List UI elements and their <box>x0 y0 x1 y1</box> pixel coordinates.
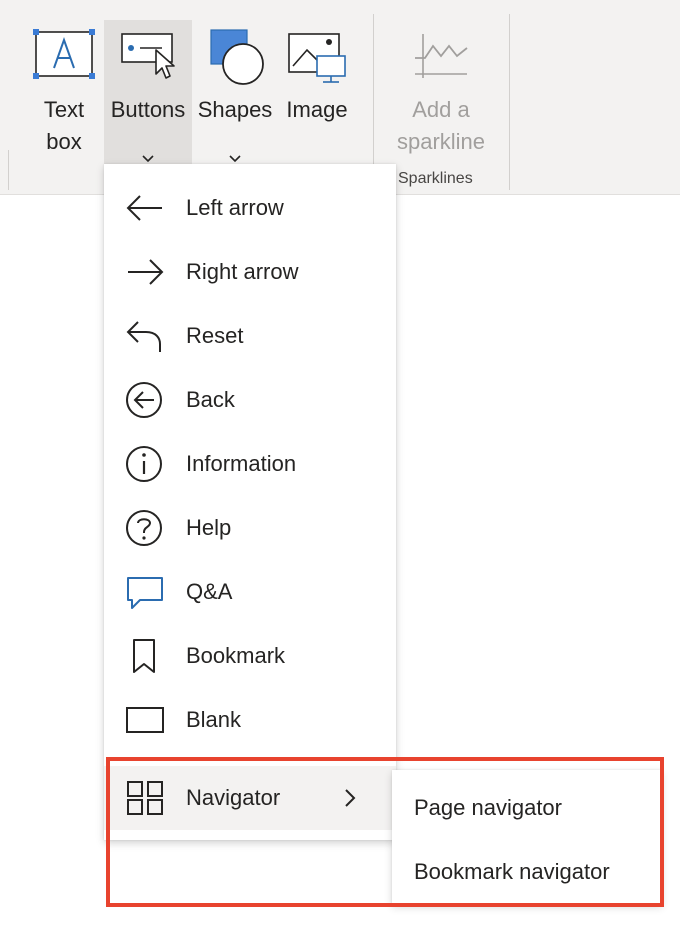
submenu-item-page-navigator[interactable]: Page navigator <box>392 776 662 840</box>
menu-item-reset[interactable]: Reset <box>104 304 396 368</box>
menu-item-label: Left arrow <box>186 195 284 220</box>
shapes-icon <box>210 29 264 85</box>
image-button[interactable]: Image <box>280 20 354 170</box>
menu-item-label: Navigator <box>186 785 281 810</box>
menu-item-label: Help <box>186 515 232 540</box>
navigator-grid-icon <box>127 781 163 815</box>
reset-icon <box>126 321 161 352</box>
chevron-down-icon <box>229 155 241 163</box>
submenu-item-label: Page navigator <box>414 795 562 820</box>
menu-item-navigator[interactable]: Navigator <box>104 766 396 830</box>
menu-item-help[interactable]: Help <box>104 496 396 560</box>
bookmark-icon <box>133 639 155 673</box>
buttons-button[interactable]: Buttons <box>104 20 192 184</box>
help-circle-icon <box>126 510 162 546</box>
image-icon <box>288 33 346 83</box>
text-box-label: Text box <box>43 97 85 154</box>
menu-item-left-arrow[interactable]: Left arrow <box>104 176 396 240</box>
menu-item-label: Reset <box>186 323 244 348</box>
menu-item-label: Back <box>186 387 235 412</box>
ribbon-divider <box>8 150 9 190</box>
ribbon-divider <box>509 14 510 190</box>
qa-bubble-icon <box>127 577 163 609</box>
menu-item-back[interactable]: Back <box>104 368 396 432</box>
blank-rectangle-icon <box>126 707 164 733</box>
info-circle-icon <box>126 446 162 482</box>
sparkline-icon <box>415 34 468 78</box>
menu-item-bookmark[interactable]: Bookmark <box>104 624 396 688</box>
menu-item-label: Blank <box>186 707 242 732</box>
buttons-dropdown-menu: Left arrow Right arrow Reset Back Inform… <box>104 164 396 840</box>
menu-item-right-arrow[interactable]: Right arrow <box>104 240 396 304</box>
chevron-right-icon <box>345 789 356 807</box>
shapes-button[interactable]: Shapes <box>194 20 276 170</box>
chevron-down-icon <box>142 155 154 163</box>
back-circle-icon <box>126 382 162 418</box>
submenu-item-bookmark-navigator[interactable]: Bookmark navigator <box>392 840 662 904</box>
menu-item-label: Right arrow <box>186 259 299 284</box>
sparklines-group-label: Sparklines <box>398 170 473 187</box>
menu-item-qa[interactable]: Q&A <box>104 560 396 624</box>
left-arrow-icon <box>126 195 162 221</box>
shapes-label: Shapes <box>197 97 273 122</box>
right-arrow-icon <box>128 259 164 285</box>
add-sparkline-label: Add a sparkline <box>396 97 486 154</box>
buttons-label: Buttons <box>110 97 186 122</box>
text-box-button[interactable]: Text box <box>20 20 108 170</box>
buttons-icon <box>121 33 175 79</box>
menu-item-information[interactable]: Information <box>104 432 396 496</box>
menu-item-label: Bookmark <box>186 643 286 668</box>
menu-item-label: Q&A <box>186 579 233 604</box>
image-label: Image <box>286 97 348 122</box>
navigator-submenu: Page navigator Bookmark navigator <box>392 770 662 904</box>
add-sparkline-button[interactable]: Add a sparkline <box>390 20 492 170</box>
text-box-icon <box>33 29 95 79</box>
menu-item-blank[interactable]: Blank <box>104 688 396 752</box>
menu-item-label: Information <box>186 451 297 476</box>
submenu-item-label: Bookmark navigator <box>414 859 610 884</box>
